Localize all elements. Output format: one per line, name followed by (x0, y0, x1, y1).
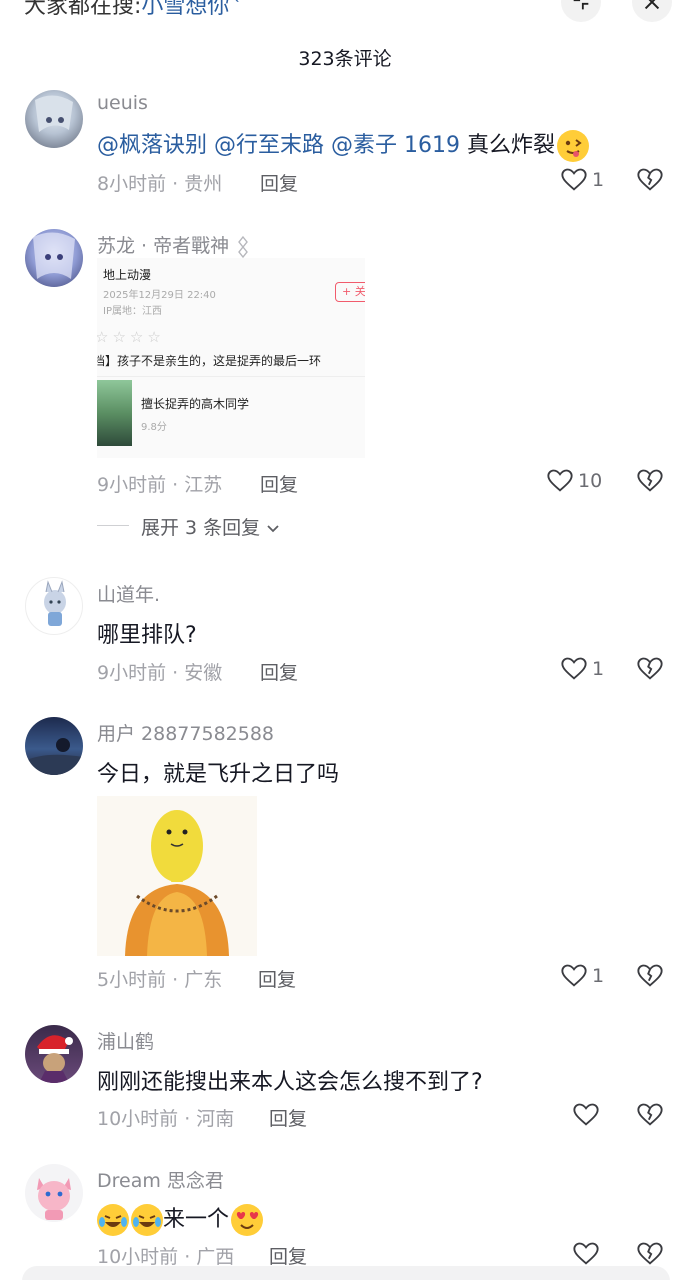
reply-button[interactable]: 回复 (260, 470, 298, 497)
time-location: 10小时前 · 广西 (97, 1246, 235, 1268)
comment-input-bar[interactable] (22, 1266, 670, 1280)
expand-label-text: 展开 3 条回复 (141, 517, 261, 539)
crying-laugh-emoji-icon (97, 1204, 129, 1236)
dislike-button[interactable] (636, 655, 664, 683)
like-button[interactable] (572, 1240, 604, 1268)
reply-button[interactable]: 回复 (260, 169, 298, 196)
like-count: 1 (592, 169, 605, 191)
username[interactable]: 浦山鹤 (97, 1027, 154, 1054)
avatar[interactable] (25, 90, 83, 148)
anime-poster-image (97, 380, 132, 446)
dislike-button[interactable] (636, 962, 664, 990)
expand-replies-button[interactable]: 展开 3 条回复 (0, 513, 690, 539)
comment-text-content: 来一个 (163, 1207, 230, 1232)
close-button[interactable] (632, 0, 672, 22)
comment-text: 哪里排队? (97, 623, 197, 648)
time-location: 9小时前 · 江苏 (97, 474, 223, 496)
comment-image-meme[interactable] (97, 796, 257, 956)
broken-heart-icon (637, 657, 663, 680)
like-button[interactable] (572, 1101, 604, 1129)
like-button[interactable]: 1 (560, 166, 604, 194)
avatar[interactable] (25, 577, 83, 635)
dislike-button[interactable] (636, 166, 664, 194)
heart-icon (561, 168, 587, 191)
comment-text: 来一个 (97, 1201, 264, 1236)
reply-button[interactable]: 回复 (260, 658, 298, 685)
comment-text: @枫落诀别 @行至末路 @素子 1619 真么炸裂 (97, 127, 590, 162)
collapse-icon (573, 0, 589, 10)
time-location: 9小时前 · 安徽 (97, 662, 223, 684)
card-review: 档】孩子不是亲生的，这是捉弄的最后一环 (97, 354, 322, 368)
card-divider (97, 376, 365, 377)
tongue-emoji-icon (557, 130, 590, 162)
heart-icon (573, 1242, 599, 1265)
mention-link[interactable]: @行至末路 (214, 133, 324, 158)
close-icon (644, 0, 660, 10)
chevron-down-icon (267, 524, 279, 532)
card-ip: IP属地：江西 (103, 306, 162, 317)
like-count: 10 (578, 470, 603, 492)
comment-image-screenshot[interactable]: 地上动漫 2025年12月29日 22:40 IP属地：江西 + 关 ☆☆☆☆ … (97, 258, 365, 458)
card-title: 地上动漫 (103, 268, 152, 282)
collapse-button[interactable] (561, 0, 601, 22)
time-location: 5小时前 · 广东 (97, 969, 223, 991)
username[interactable]: 用户 28877582588 (97, 719, 274, 746)
heart-eyes-emoji-icon (231, 1204, 264, 1236)
like-button[interactable]: 1 (560, 655, 604, 683)
avatar[interactable] (25, 1164, 83, 1222)
like-count: 1 (592, 965, 605, 987)
comment-text: 今日，就是飞升之日了吗 (97, 762, 340, 787)
mention-link[interactable]: @素子 1619 (331, 133, 460, 158)
card-follow-button: + 关 (335, 282, 365, 302)
dislike-button[interactable] (636, 1101, 664, 1129)
heart-icon (547, 469, 573, 492)
username[interactable]: 山道年. (97, 580, 160, 607)
avatar[interactable] (25, 229, 83, 287)
dislike-button[interactable] (636, 467, 664, 495)
broken-heart-icon (637, 1103, 663, 1126)
reply-button[interactable]: 回复 (269, 1242, 307, 1269)
broken-heart-icon (637, 964, 663, 987)
search-term[interactable]: 小雪想你 (141, 0, 229, 19)
comment-text: 刚刚还能搜出来本人这会怎么搜不到了? (97, 1070, 483, 1095)
username[interactable]: Dream 思念君 (97, 1166, 224, 1193)
broken-heart-icon (637, 469, 663, 492)
heart-icon (573, 1103, 599, 1126)
avatar[interactable] (25, 717, 83, 775)
like-count: 1 (592, 658, 605, 680)
like-button[interactable]: 10 (546, 467, 602, 495)
avatar[interactable] (25, 1025, 83, 1083)
expand-replies-label: 展开 3 条回复 (141, 513, 280, 540)
heart-icon (561, 657, 587, 680)
card-date: 2025年12月29日 22:40 (103, 290, 216, 301)
heart-icon (561, 964, 587, 987)
reply-button[interactable]: 回复 (258, 965, 296, 992)
expand-divider (97, 525, 129, 526)
dislike-button[interactable] (636, 1240, 664, 1268)
search-suggestion[interactable]: 大家都在搜:小雪想你Q (24, 0, 240, 20)
badge-icon (238, 235, 249, 258)
broken-heart-icon (637, 1242, 663, 1265)
mention-link[interactable]: @枫落诀别 (97, 133, 207, 158)
card-anime-name: 擅长捉弄的高木同学 (141, 397, 250, 411)
username[interactable]: ueuis (97, 92, 148, 114)
like-button[interactable]: 1 (560, 962, 604, 990)
card-stars: ☆☆☆☆ (97, 328, 165, 346)
comment-text-content: 真么炸裂 (467, 133, 556, 158)
search-prefix-label: 大家都在搜: (24, 0, 142, 19)
praying-monk-image (125, 810, 229, 956)
username[interactable]: 苏龙 · 帝者戰神 (97, 231, 251, 259)
reply-button[interactable]: 回复 (269, 1104, 307, 1131)
crying-laugh-emoji-icon (131, 1204, 163, 1236)
search-icon: Q (229, 0, 240, 4)
time-location: 10小时前 · 河南 (97, 1108, 235, 1130)
card-score: 9.8分 (141, 422, 167, 433)
broken-heart-icon (637, 168, 663, 191)
comment-count-title: 323条评论 (298, 48, 392, 70)
username-label: 苏龙 · 帝者戰神 (97, 235, 230, 257)
top-bar: 大家都在搜:小雪想你Q (0, 0, 690, 40)
time-location: 8小时前 · 贵州 (97, 173, 223, 195)
